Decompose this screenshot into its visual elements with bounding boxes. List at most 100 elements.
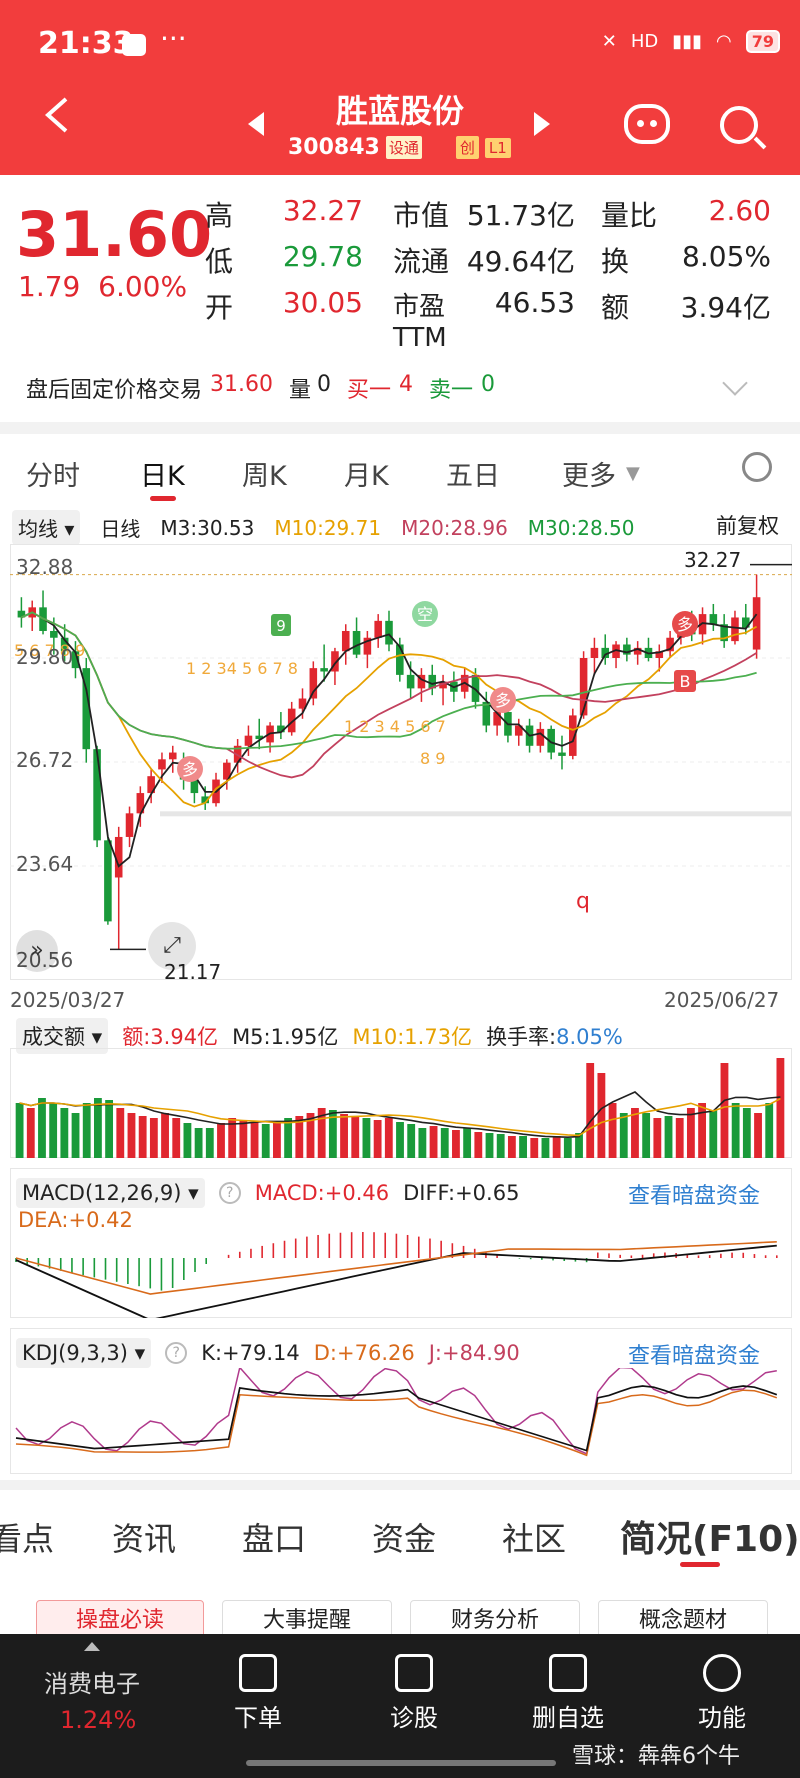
tab-more[interactable]: 更多 xyxy=(562,454,616,493)
ma-legend: 均线 ▾ 日线 M3:30.53 M10:29.71 M20:28.96 M30… xyxy=(12,510,635,545)
tab-funds[interactable]: 资金 xyxy=(372,1514,436,1560)
signal-icon: ▮▮▮ xyxy=(672,31,703,52)
candle xyxy=(406,674,415,689)
candle xyxy=(558,752,566,756)
tab-community[interactable]: 社区 xyxy=(502,1514,566,1560)
volume-select-label: 成交额 xyxy=(22,1025,85,1049)
ma3-value: M3:30.53 xyxy=(160,515,255,540)
chevron-down-icon[interactable] xyxy=(722,370,748,396)
more-caret-icon[interactable]: ▼ xyxy=(626,463,640,484)
support-band xyxy=(160,811,792,817)
label-float: 流通 xyxy=(393,245,450,278)
label-amount: 额 xyxy=(601,291,630,324)
label-turnover: 换 xyxy=(601,245,630,278)
ma20-value: M20:28.96 xyxy=(401,515,508,540)
volume-bar xyxy=(586,1063,595,1158)
signal-badge-label: 多 xyxy=(677,615,693,634)
volume-chart[interactable] xyxy=(10,1048,792,1158)
value-mktcap: 51.73亿 xyxy=(466,199,575,232)
candle xyxy=(374,620,382,638)
tab-intraday[interactable]: 分时 xyxy=(26,454,80,493)
volume-bar xyxy=(452,1130,460,1158)
tab-profile[interactable]: 简况(F10) xyxy=(620,1510,800,1562)
high-note: 32.27 xyxy=(684,548,742,572)
volume-m5: M5:1.95亿 xyxy=(232,1025,339,1049)
candle xyxy=(731,617,739,642)
menu-icon xyxy=(703,1654,741,1692)
nav-diagnose-label: 诊股 xyxy=(390,1704,438,1732)
stock-code: 300843 xyxy=(288,135,380,160)
tab-monthly-k[interactable]: 月K xyxy=(344,454,389,493)
bottom-nav: 消费电子 1.24% 下单 诊股 删自选 功能 雪球：犇犇6个牛 xyxy=(0,1634,800,1778)
candle xyxy=(341,630,350,652)
sector-pct: 1.24% xyxy=(60,1706,137,1734)
volume-bar xyxy=(273,1123,281,1158)
volume-bar xyxy=(172,1118,181,1158)
after-hours-row[interactable]: 盘后固定价格交易 31.60 量 0 买一 4 卖一 0 xyxy=(26,372,495,404)
value-low: 29.78 xyxy=(282,240,363,273)
ma10-value: M10:29.71 xyxy=(274,515,382,540)
sell1-value: 0 xyxy=(481,372,496,397)
value-vol-ratio: 2.60 xyxy=(708,194,771,227)
label-mktcap: 市值 xyxy=(393,199,450,232)
candle xyxy=(125,813,134,837)
current-price: 31.60 xyxy=(16,198,213,271)
volume-bar xyxy=(418,1128,427,1158)
tab-highlights[interactable]: 看点 xyxy=(0,1514,54,1560)
fast-forward-icon[interactable]: » xyxy=(16,930,58,972)
volume-bar xyxy=(541,1138,550,1158)
nine-turn-label: 9 xyxy=(276,617,286,635)
candle xyxy=(168,752,177,760)
adjust-mode[interactable]: 前复权 xyxy=(716,510,779,540)
macd-chart[interactable] xyxy=(10,1230,792,1318)
sector-name[interactable]: 消费电子 xyxy=(44,1664,140,1699)
value-high: 32.27 xyxy=(282,194,363,227)
tab-five-day[interactable]: 五日 xyxy=(446,454,500,493)
volume-bar xyxy=(619,1113,628,1158)
volume-bar xyxy=(149,1118,158,1158)
nav-functions-label: 功能 xyxy=(698,1704,746,1732)
k-line xyxy=(15,1385,778,1452)
volume-bar xyxy=(754,1113,762,1158)
volume-bar xyxy=(709,1110,718,1158)
robot-assistant-icon[interactable] xyxy=(624,104,670,144)
turnover-value: 8.05% xyxy=(556,1025,623,1049)
volume-bar xyxy=(496,1134,505,1158)
candle xyxy=(590,647,599,658)
signal-badge-label: 多 xyxy=(182,760,198,779)
kline-chart[interactable]: 多空多多B9q1 2 34 5 6 7 81 2 3 4 5 6 75 6 7 … xyxy=(10,544,792,980)
tab-orderbook[interactable]: 盘口 xyxy=(242,1514,306,1560)
diagnose-icon xyxy=(395,1654,433,1692)
volume-bar xyxy=(26,1108,35,1158)
j-line xyxy=(15,1368,777,1455)
tab-weekly-k[interactable]: 周K xyxy=(242,454,287,493)
fullscreen-icon[interactable]: ⤢ xyxy=(148,922,196,970)
network-label: HD xyxy=(630,31,659,52)
tab-news[interactable]: 资讯 xyxy=(112,1514,176,1560)
nav-functions[interactable]: 功能 xyxy=(698,1654,746,1733)
volume-bar xyxy=(765,1103,774,1158)
info-tabs: 看点 资讯 盘口 资金 社区 简况(F10) xyxy=(0,1500,800,1567)
volume-bar xyxy=(250,1122,259,1158)
nav-remove-watchlist[interactable]: 删自选 xyxy=(532,1654,604,1733)
ma-select-label: 均线 xyxy=(18,517,58,541)
ma-select[interactable]: 均线 ▾ xyxy=(12,510,81,545)
tag-l1: L1 xyxy=(484,137,511,158)
after-hours-price: 31.60 xyxy=(210,372,273,397)
nav-order[interactable]: 下单 xyxy=(234,1654,282,1733)
buy1-label: 买一 xyxy=(347,378,392,403)
kline-type: 日线 xyxy=(100,517,141,541)
candle xyxy=(320,668,328,672)
kdj-chart[interactable] xyxy=(10,1368,792,1474)
nav-diagnose[interactable]: 诊股 xyxy=(390,1654,438,1733)
buy-signal-label: B xyxy=(680,672,691,691)
volume-bar xyxy=(116,1108,125,1158)
settings-icon[interactable] xyxy=(742,452,772,482)
tab-daily-k[interactable]: 日K xyxy=(140,454,185,493)
value-pe: 46.53 xyxy=(494,286,575,319)
search-icon[interactable] xyxy=(720,106,758,144)
quote-row-high: 高 32.27 市值 51.73亿 量比 2.60 xyxy=(205,194,771,234)
next-stock-icon[interactable] xyxy=(534,112,550,136)
volume-bar xyxy=(284,1118,293,1158)
y-label-max: 32.88 xyxy=(16,555,74,579)
